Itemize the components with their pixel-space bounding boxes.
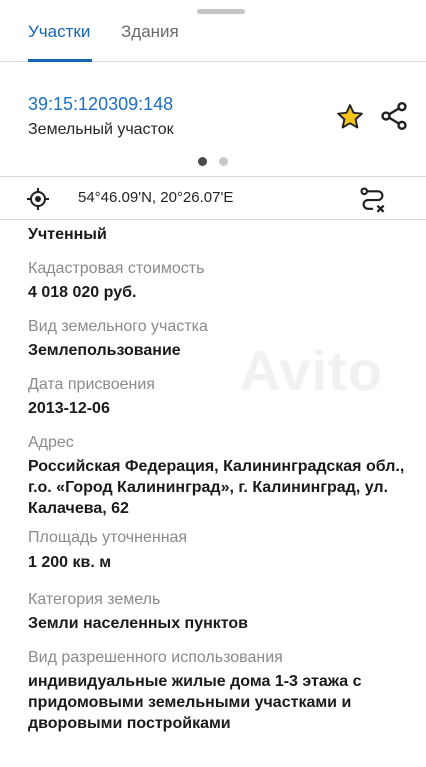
field-value-cadastral-value: 4 018 020 руб.: [28, 284, 137, 301]
pager-dot[interactable]: [219, 157, 228, 166]
cadastral-number[interactable]: 39:15:120309:148: [28, 94, 173, 115]
field-value-address: Российская Федерация, Калининградская об…: [28, 458, 405, 517]
pager-dots: [198, 157, 230, 167]
field-value-permitted-use: индивидуальные жилые дома 1-3 этажа с пр…: [28, 673, 362, 732]
field-label-permitted-use: Вид разрешенного использования: [28, 649, 283, 666]
status-value: Учтенный: [28, 226, 107, 243]
field-value-assignment-date: 2013-12-06: [28, 400, 110, 417]
field-label-area: Площадь уточненная: [28, 529, 188, 546]
tab-buildings[interactable]: Здания: [121, 22, 179, 42]
locate-icon[interactable]: [26, 187, 50, 211]
share-icon[interactable]: [378, 100, 410, 132]
field-value-land-category: Земли населенных пунктов: [28, 615, 249, 632]
route-clear-icon[interactable]: [358, 185, 388, 215]
star-icon[interactable]: [335, 102, 365, 132]
field-value-parcel-kind: Землепользование: [28, 342, 181, 359]
field-label-assignment-date: Дата присвоения: [28, 376, 155, 393]
parcel-type: Земельный участок: [28, 121, 174, 138]
field-value-area: 1 200 кв. м: [28, 554, 112, 571]
field-label-land-category: Категория земель: [28, 591, 161, 608]
field-label-cadastral-value: Кадастровая стоимость: [28, 260, 205, 277]
field-label-parcel-kind: Вид земельного участка: [28, 318, 208, 335]
coordinates-bar: 54°46.09'N, 20°26.07'E: [0, 176, 426, 220]
tab-bar: Участки Здания: [0, 14, 426, 62]
coordinates-text[interactable]: 54°46.09'N, 20°26.07'E: [78, 189, 233, 206]
pager-dot-active[interactable]: [198, 157, 207, 166]
tab-parcels[interactable]: Участки: [28, 22, 90, 42]
field-label-address: Адрес: [28, 434, 74, 451]
active-tab-indicator: [28, 59, 92, 62]
